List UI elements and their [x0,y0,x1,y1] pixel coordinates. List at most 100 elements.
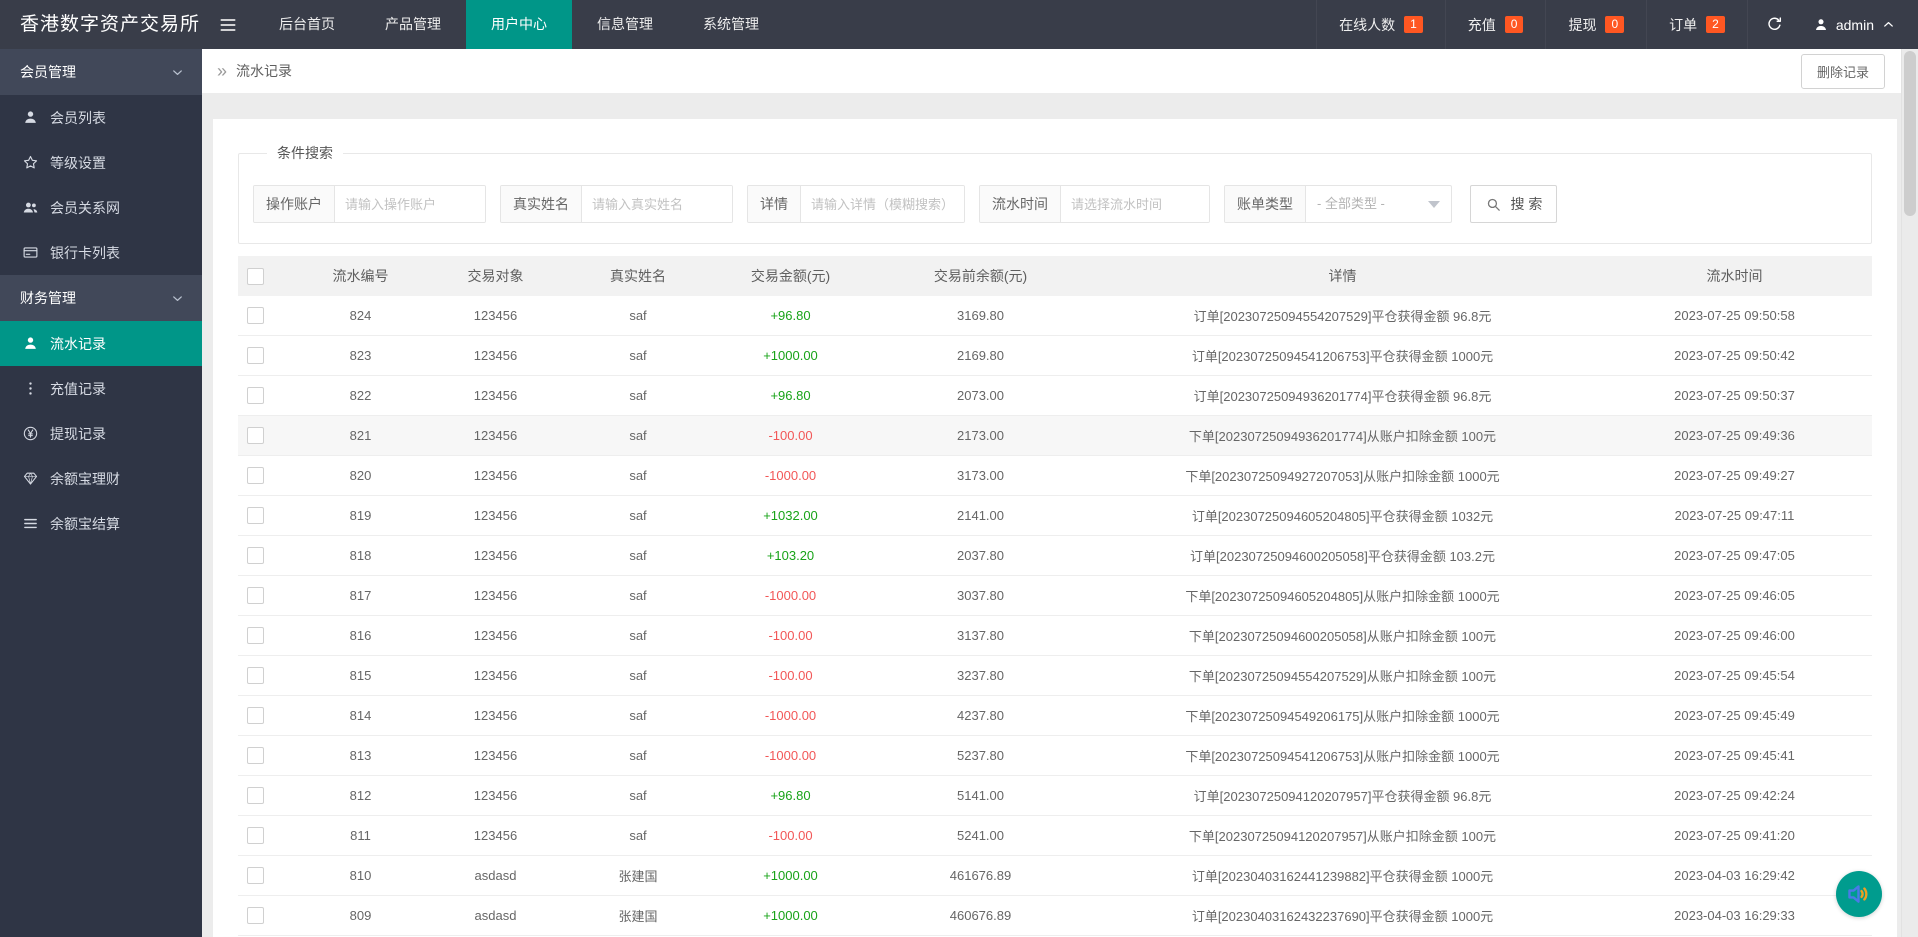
sidebar-item[interactable]: 余额宝结算 [0,501,202,546]
row-checkbox[interactable] [247,747,264,764]
top-nav-item[interactable]: 系统管理 [678,0,784,49]
refresh-icon[interactable] [1746,0,1801,49]
column-header: 流水时间 [1706,268,1763,284]
cell-flow-id: 816 [349,628,372,643]
gem-icon [21,470,39,487]
sidebar-item-label: 充值记录 [50,380,106,397]
cell-real-name: saf [629,388,647,403]
sidebar: 会员管理 会员列表 等级设置 会员关系网 银行卡列表 财务管理 流水记录 充值记录 提现记录 余额… [0,49,202,937]
row-checkbox[interactable] [247,787,264,804]
row-checkbox[interactable] [247,627,264,644]
row-checkbox[interactable] [247,907,264,924]
sidebar-item[interactable]: 等级设置 [0,140,202,185]
cell-detail: 下单[20230725094541206753]从账户扣除金额 1000元 [1185,749,1500,764]
stat-item[interactable]: 在线人数 1 [1316,0,1445,49]
sidebar-item[interactable]: 余额宝理财 [0,456,202,501]
cell-amount: +1032.00 [763,508,818,523]
search-field-input[interactable] [1061,186,1209,222]
row-checkbox-cell [238,707,298,724]
delete-records-button[interactable]: 删除记录 [1800,53,1885,89]
cell-trade-target: 123456 [473,788,518,803]
sidebar-group-header[interactable]: 会员管理 [0,49,202,95]
top-nav-item[interactable]: 后台首页 [254,0,360,49]
sound-fab-button[interactable] [1836,871,1882,917]
column-header: 流水编号 [332,268,389,284]
search-field-label: 真实姓名 [501,186,582,222]
table-row: 818 123456 saf +103.20 2037.80 订单[20230725094… [238,536,1872,576]
search-field-input[interactable] [801,186,964,222]
cell-flow-time: 2023-07-25 09:41:20 [1674,828,1795,843]
row-checkbox[interactable] [247,507,264,524]
top-nav-item[interactable]: 产品管理 [360,0,466,49]
sidebar-item[interactable]: 流水记录 [0,321,202,366]
cell-detail: 订单[20230725094541206753]平仓获得金额 1000元 [1191,349,1494,364]
cell-detail: 下单[20230725094554207529]从账户扣除金额 100元 [1188,669,1497,684]
row-checkbox-cell [238,907,298,924]
row-checkbox[interactable] [247,827,264,844]
cell-flow-id: 824 [349,308,372,323]
sidebar-group-header[interactable]: 财务管理 [0,275,202,321]
scrollbar-thumb[interactable] [1904,51,1916,216]
row-checkbox-cell [238,347,298,364]
column-header: 交易金额(元) [750,268,831,284]
row-checkbox[interactable] [247,307,264,324]
cell-detail: 订单[20230725094600205058]平仓获得金额 103.2元 [1190,549,1495,564]
row-checkbox[interactable] [247,547,264,564]
cell-flow-time: 2023-07-25 09:49:27 [1674,468,1795,483]
row-checkbox-cell [238,387,298,404]
row-checkbox[interactable] [247,867,264,884]
cell-amount: +96.80 [770,388,811,403]
search-field-input[interactable] [335,186,485,222]
row-checkbox[interactable] [247,667,264,684]
vertical-scrollbar[interactable] [1901,49,1918,937]
search-button[interactable]: 搜 索 [1470,185,1558,223]
row-checkbox[interactable] [247,467,264,484]
cell-flow-id: 814 [349,708,372,723]
row-checkbox-cell [238,587,298,604]
page-title: 流水记录 [236,63,293,79]
stat-item[interactable]: 充值 0 [1444,0,1546,49]
bill-type-select[interactable]: 账单类型 - 全部类型 - [1224,185,1452,223]
sidebar-item[interactable]: 会员列表 [0,95,202,140]
cell-trade-target: asdasd [474,908,517,923]
row-checkbox[interactable] [247,707,264,724]
admin-menu[interactable]: admin [1801,0,1918,49]
row-checkbox[interactable] [247,587,264,604]
user-icon [1813,17,1829,33]
top-nav-item[interactable]: 信息管理 [572,0,678,49]
cell-real-name: saf [629,628,647,643]
top-nav-item[interactable]: 用户中心 [466,0,572,49]
row-checkbox-cell [238,467,298,484]
select-all-checkbox[interactable] [247,267,264,285]
stat-item[interactable]: 提现 0 [1545,0,1646,49]
cell-amount: +96.80 [770,788,811,803]
cell-flow-id: 821 [349,428,372,443]
cell-flow-id: 823 [349,348,372,363]
row-checkbox[interactable] [247,347,264,364]
search-field-input[interactable] [582,186,732,222]
hamburger-menu-icon[interactable] [202,0,254,49]
sidebar-item[interactable]: 提现记录 [0,411,202,456]
cell-detail: 下单[20230725094927207053]从账户扣除金额 1000元 [1185,469,1500,484]
cell-balance-before: 461676.89 [949,868,1012,883]
stat-label: 订单 [1669,16,1698,33]
table-row: 824 123456 saf +96.80 3169.80 订单[202307250945… [238,296,1872,336]
sidebar-item[interactable]: 充值记录 [0,366,202,411]
row-checkbox[interactable] [247,387,264,404]
cell-flow-id: 811 [350,828,371,843]
cell-detail: 订单[20230725094554207529]平仓获得金额 96.8元 [1193,309,1492,324]
sidebar-item[interactable]: 会员关系网 [0,185,202,230]
stat-item[interactable]: 订单 2 [1646,0,1747,49]
cell-trade-target: 123456 [473,668,518,683]
table-row: 815 123456 saf -100.00 3237.80 下单[20230725094… [238,656,1872,696]
row-checkbox-cell [238,307,298,324]
sidebar-item[interactable]: 银行卡列表 [0,230,202,275]
search-field: 流水时间 [979,185,1210,223]
row-checkbox[interactable] [247,427,264,444]
cell-real-name: saf [629,308,647,323]
cell-balance-before: 2173.00 [957,428,1004,443]
table-row: 822 123456 saf +96.80 2073.00 订单[202307250949… [238,376,1872,416]
cell-flow-time: 2023-07-25 09:45:41 [1674,748,1795,763]
cell-trade-target: 123456 [473,308,518,323]
cell-detail: 下单[20230725094936201774]从账户扣除金额 100元 [1188,429,1497,444]
